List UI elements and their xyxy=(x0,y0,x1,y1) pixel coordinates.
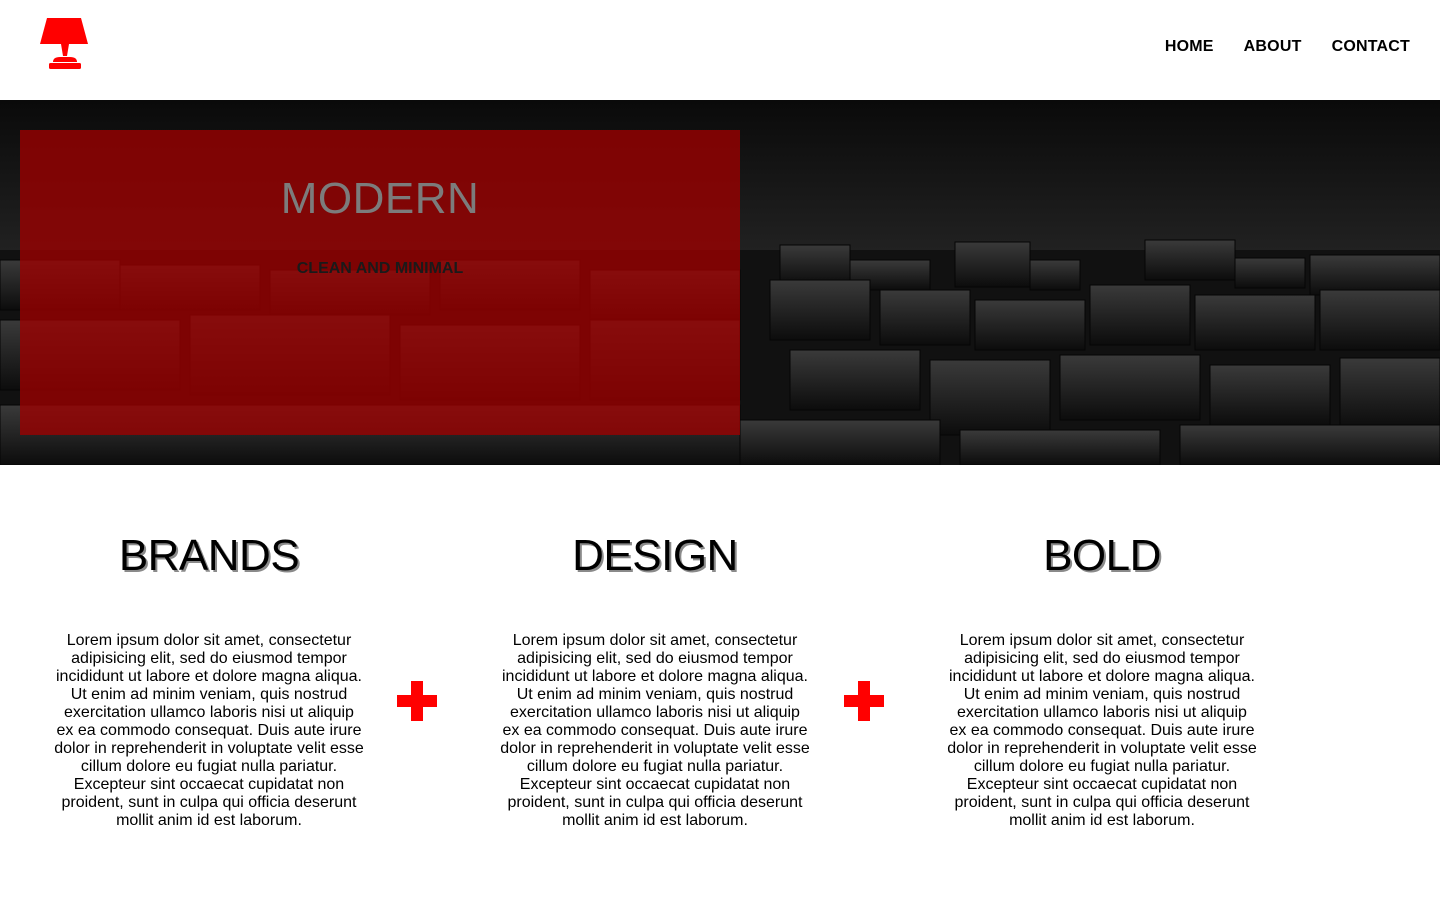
main-nav: HOME ABOUT CONTACT xyxy=(1165,38,1410,56)
hero-subtitle: CLEAN AND MINIMAL xyxy=(296,260,464,277)
nav-contact-link[interactable]: CONTACT xyxy=(1332,38,1410,56)
lamp-icon[interactable] xyxy=(40,18,90,72)
plus-icon xyxy=(397,681,437,721)
site-header: HOME ABOUT CONTACT xyxy=(0,0,1440,100)
feature-text: Lorem ipsum dolor sit amet, consectetur … xyxy=(500,632,810,829)
hero-banner: MODERN CLEAN AND MINIMAL xyxy=(0,100,1440,465)
feature-title: DESIGN xyxy=(572,531,738,580)
features-section: BRANDS Lorem ipsum dolor sit amet, conse… xyxy=(0,465,1440,900)
hero-overlay-box: MODERN CLEAN AND MINIMAL xyxy=(20,130,740,435)
nav-home-link[interactable]: HOME xyxy=(1165,38,1214,56)
feature-title: BRANDS xyxy=(118,531,300,580)
feature-text: Lorem ipsum dolor sit amet, consectetur … xyxy=(947,632,1257,829)
plus-icon xyxy=(844,681,884,721)
feature-title: BOLD xyxy=(1043,531,1161,580)
feature-text: Lorem ipsum dolor sit amet, consectetur … xyxy=(54,632,364,829)
nav-about-link[interactable]: ABOUT xyxy=(1244,38,1302,56)
hero-title: MODERN xyxy=(280,174,480,223)
